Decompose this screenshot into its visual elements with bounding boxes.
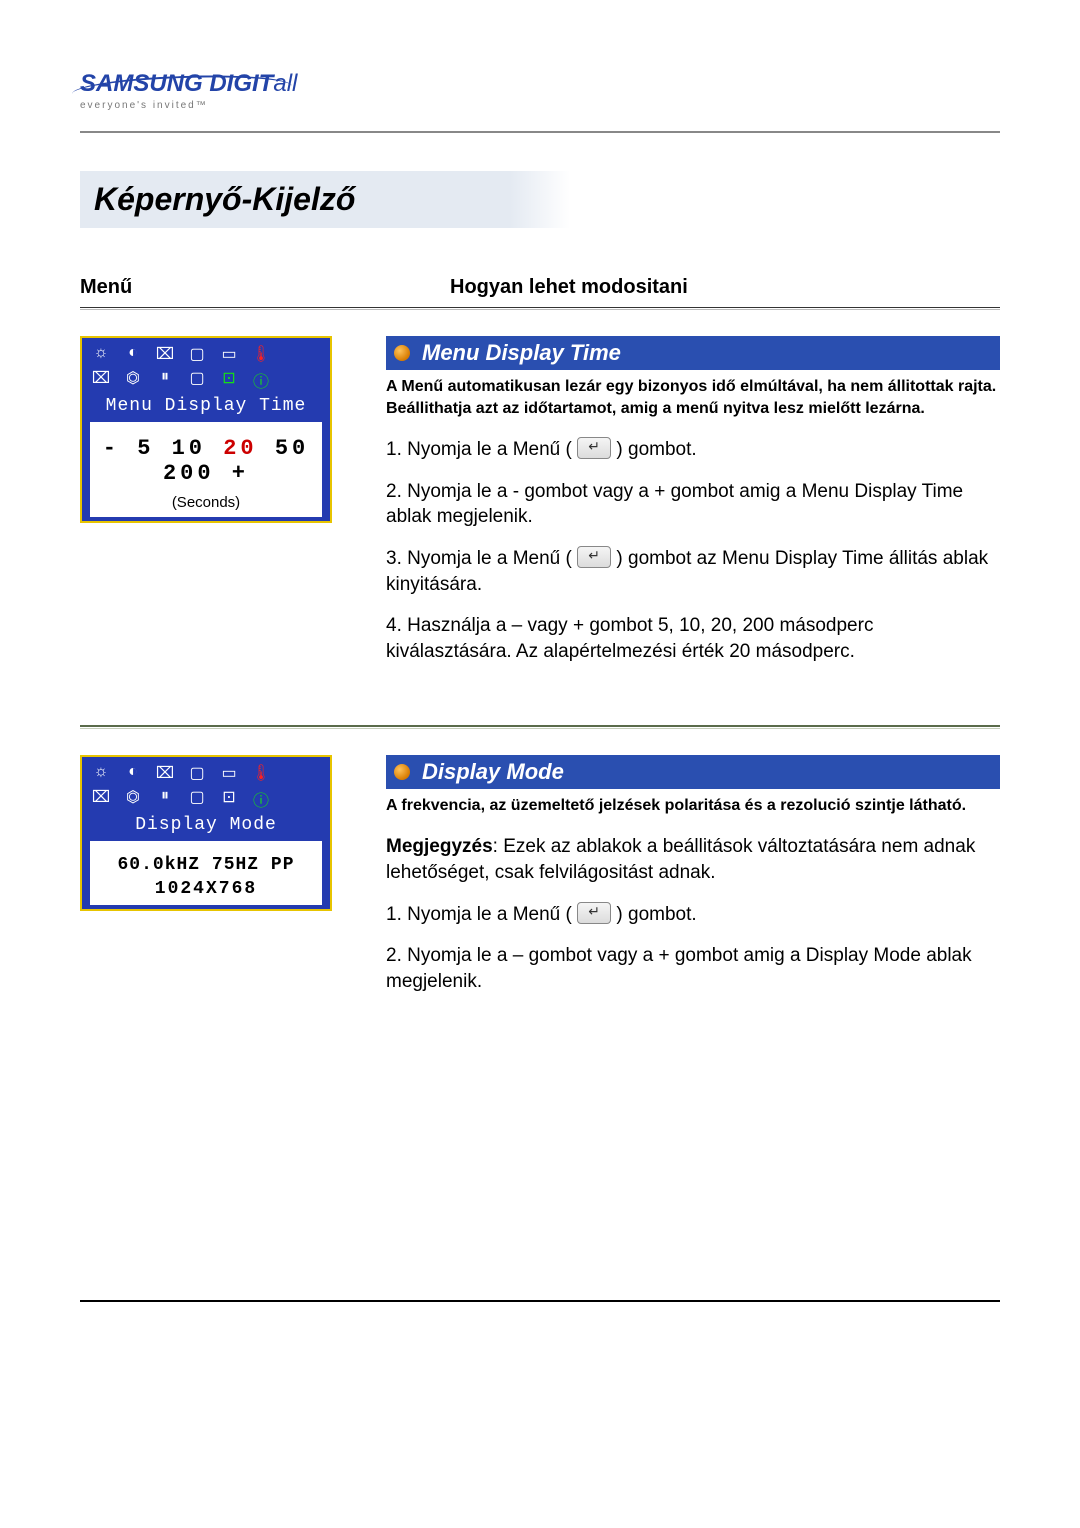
section1-step4: 4. Használja a – vagy + gombot 5, 10, 20… <box>386 613 1000 664</box>
section2-step1: 1. Nyomja le a Menű ( ) gombot. <box>386 902 1000 928</box>
position-icon: ▢ <box>186 763 208 783</box>
section2-right: Display Mode A frekvencia, az üzemeltető… <box>386 755 1000 1011</box>
info-icon: ⓘ <box>250 787 272 811</box>
timer-icon: ⊡ <box>218 787 240 811</box>
bullet-icon <box>394 345 410 361</box>
section1-title-bar: Menu Display Time <box>386 336 1000 370</box>
section1-intro: A Menű automatikusan lezár egy bizonyos … <box>386 376 1000 419</box>
osd2-icons-row1: ☼ ◐ ⌧ ▢ ▭ 🌡 <box>90 763 322 783</box>
osd1-icons-row2: ⌧ ⏣ ⏸ ▢ ⊡ ⓘ <box>90 368 322 392</box>
osd1-values: - 5 10 20 50 200 + <box>96 436 316 486</box>
header-rule-top <box>80 307 1000 308</box>
section1-title: Menu Display Time <box>422 340 621 366</box>
osd1-v2: 10 <box>172 436 206 461</box>
header-divider <box>80 131 1000 133</box>
brand-tagline: everyone's invited™ <box>80 100 1000 111</box>
lock-icon: ⌧ <box>154 763 176 783</box>
header-rule-bot <box>80 309 1000 310</box>
section-separator <box>80 725 1000 729</box>
recall-icon: ⏣ <box>122 368 144 392</box>
osd1-minus: - <box>103 436 120 461</box>
temp-icon: 🌡 <box>250 763 272 783</box>
screen-icon: ▢ <box>186 368 208 392</box>
menu-button-icon <box>577 546 611 568</box>
osd-screenshot-2: ☼ ◐ ⌧ ▢ ▭ 🌡 ⌧ ⏣ ⏸ ▢ ⊡ ⓘ Display Mode <box>80 755 360 911</box>
bullet-icon <box>394 764 410 780</box>
note-label: Megjegyzés <box>386 836 493 857</box>
s2-step1b: ) gombot. <box>616 904 696 925</box>
section2-step2: 2. Nyomja le a – gombot vagy a + gombot … <box>386 943 1000 994</box>
size-icon: ▭ <box>218 344 240 364</box>
menu-button-icon <box>577 437 611 459</box>
contrast-icon: ◐ <box>122 344 144 364</box>
section2-note: Megjegyzés: Ezek az ablakok a beállitáso… <box>386 834 1000 885</box>
section2-steps: Megjegyzés: Ezek az ablakok a beállitáso… <box>386 834 1000 994</box>
recall-icon: ⏣ <box>122 787 144 811</box>
page: SAMSUNG DIGITall everyone's invited™ Kép… <box>0 0 1080 1362</box>
osd-box-1: ☼ ◐ ⌧ ▢ ▭ 🌡 ⌧ ⏣ ⏸ ▢ ⊡ ⓘ Menu Display Tim… <box>80 336 332 523</box>
osd2-icons-row2: ⌧ ⏣ ⏸ ▢ ⊡ ⓘ <box>90 787 322 811</box>
osd1-units: (Seconds) <box>96 494 316 511</box>
osd1-v4: 50 <box>275 436 309 461</box>
section1-steps: 1. Nyomja le a Menű ( ) gombot. 2. Nyomj… <box>386 437 1000 664</box>
geometry-icon: ⌧ <box>90 787 112 811</box>
osd1-title: Menu Display Time <box>90 396 322 416</box>
page-title: Képernyő-Kijelző <box>94 181 355 217</box>
osd1-icons-row1: ☼ ◐ ⌧ ▢ ▭ 🌡 <box>90 344 322 364</box>
osd2-line1: 60.0kHZ 75HZ PP <box>96 855 316 875</box>
section2-title-bar: Display Mode <box>386 755 1000 789</box>
logo-brand: SAMSUNG <box>80 70 203 97</box>
osd1-panel: - 5 10 20 50 200 + (Seconds) <box>90 422 322 517</box>
osd2-title: Display Mode <box>90 815 322 835</box>
col-header-how: Hogyan lehet modositani <box>360 276 1000 299</box>
col-header-menu: Menű <box>80 276 360 299</box>
degauss-icon: ⏸ <box>154 368 176 392</box>
osd1-v3-selected: 20 <box>223 436 257 461</box>
osd-box-2: ☼ ◐ ⌧ ▢ ▭ 🌡 ⌧ ⏣ ⏸ ▢ ⊡ ⓘ Display Mode <box>80 755 332 911</box>
section1-right: Menu Display Time A Menű automatikusan l… <box>386 336 1000 681</box>
section2-intro: A frekvencia, az üzemeltető jelzések pol… <box>386 795 1000 817</box>
section1-step1: 1. Nyomja le a Menű ( ) gombot. <box>386 437 1000 463</box>
timer-icon: ⊡ <box>218 368 240 392</box>
page-title-bg: Képernyő-Kijelző <box>80 171 510 228</box>
size-icon: ▭ <box>218 763 240 783</box>
logo-suffix: all <box>273 70 297 97</box>
s2-step1a: 1. Nyomja le a Menű ( <box>386 904 577 925</box>
menu-button-icon <box>577 902 611 924</box>
degauss-icon: ⏸ <box>154 787 176 811</box>
info-icon: ⓘ <box>250 368 272 392</box>
temp-icon: 🌡 <box>250 344 272 364</box>
logo-word: DIGIT <box>209 70 273 97</box>
section-menu-display-time: ☼ ◐ ⌧ ▢ ▭ 🌡 ⌧ ⏣ ⏸ ▢ ⊡ ⓘ Menu Display Tim… <box>80 336 1000 681</box>
screen-icon: ▢ <box>186 787 208 811</box>
osd-screenshot-1: ☼ ◐ ⌧ ▢ ▭ 🌡 ⌧ ⏣ ⏸ ▢ ⊡ ⓘ Menu Display Tim… <box>80 336 360 523</box>
section-display-mode: ☼ ◐ ⌧ ▢ ▭ 🌡 ⌧ ⏣ ⏸ ▢ ⊡ ⓘ Display Mode <box>80 755 1000 1011</box>
brightness-icon: ☼ <box>90 344 112 364</box>
osd2-line2: 1024X768 <box>96 879 316 899</box>
page-title-fade <box>510 171 1000 228</box>
lock-icon: ⌧ <box>154 344 176 364</box>
position-icon: ▢ <box>186 344 208 364</box>
column-headers: Menű Hogyan lehet modositani <box>80 276 1000 299</box>
brand-logo-text: SAMSUNG DIGITall <box>80 70 297 98</box>
osd1-v5: 200 <box>163 461 215 486</box>
osd1-v1: 5 <box>137 436 154 461</box>
brightness-icon: ☼ <box>90 763 112 783</box>
brand-logo: SAMSUNG DIGITall everyone's invited™ <box>80 70 1000 111</box>
geometry-icon: ⌧ <box>90 368 112 392</box>
section1-step3: 3. Nyomja le a Menű ( ) gombot az Menu D… <box>386 546 1000 597</box>
page-title-bar: Képernyő-Kijelző <box>80 171 1000 228</box>
s1-step3a: 3. Nyomja le a Menű ( <box>386 548 577 569</box>
s1-step1b: ) gombot. <box>616 439 696 460</box>
section2-title: Display Mode <box>422 759 564 785</box>
osd2-panel: 60.0kHZ 75HZ PP 1024X768 <box>90 841 322 905</box>
footer-rule <box>80 1300 1000 1302</box>
osd1-plus: + <box>232 461 249 486</box>
contrast-icon: ◐ <box>122 763 144 783</box>
s1-step1a: 1. Nyomja le a Menű ( <box>386 439 577 460</box>
section1-step2: 2. Nyomja le a - gombot vagy a + gombot … <box>386 479 1000 530</box>
